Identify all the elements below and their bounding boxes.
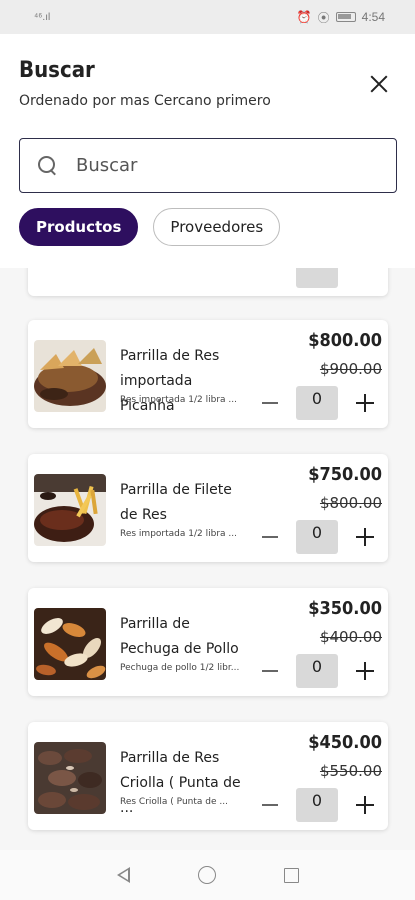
product-card[interactable]: Parrilla de Filete de Res Res importada … [28, 454, 388, 562]
product-name: Parrilla de Pechuga de Pollo [120, 616, 239, 657]
close-icon[interactable] [365, 70, 393, 98]
sort-subtitle: Ordenado por mas Cercano primero [19, 93, 271, 109]
battery-icon [335, 12, 356, 22]
tab-proveedores[interactable]: Proveedores [153, 208, 281, 246]
product-old-price: $550.00 [319, 762, 382, 780]
product-description: Res importada 1/2 libra ... [120, 529, 237, 539]
product-image-pollo [34, 608, 106, 680]
search-bar[interactable] [19, 138, 397, 193]
product-list[interactable]: Parrilla de Res importada Picanha Res im… [0, 268, 415, 850]
product-image-filete [34, 474, 106, 546]
filter-tabs: Productos Proveedores [19, 208, 281, 246]
quantity-field[interactable]: 0 [296, 520, 338, 554]
decrease-quantity-button[interactable] [262, 804, 278, 806]
product-image-criolla [34, 742, 106, 814]
status-time: 4:54 [361, 10, 385, 24]
product-name: Parrilla de Res Criolla ( Punta de ... [120, 750, 241, 816]
product-card[interactable]: Parrilla de Pechuga de Pollo Pechuga de … [28, 588, 388, 696]
product-old-price: $400.00 [319, 628, 382, 646]
product-description: Res importada 1/2 libra ... [120, 395, 237, 405]
product-price: $750.00 [308, 464, 382, 485]
alarm-icon: ⏰ [296, 10, 312, 24]
decrease-quantity-button[interactable] [262, 402, 278, 404]
product-name: Parrilla de Filete de Res [120, 482, 232, 523]
product-price: $800.00 [308, 330, 382, 351]
quantity-field[interactable]: 0 [296, 654, 338, 688]
search-icon [38, 155, 58, 176]
product-description: Pechuga de pollo 1/2 libr... [120, 663, 240, 673]
home-icon[interactable] [197, 866, 216, 884]
recent-apps-icon[interactable] [283, 867, 299, 883]
product-card-partial [28, 268, 388, 296]
increase-quantity-button[interactable] [356, 528, 374, 546]
product-price: $450.00 [308, 732, 382, 753]
product-description: Res Criolla ( Punta de ... [120, 797, 228, 807]
status-bar: ⁴⁶.ıl ⏰ ⦿ 4:54 [0, 0, 415, 34]
location-icon: ⦿ [317, 10, 330, 25]
product-old-price: $800.00 [319, 494, 382, 512]
quantity-field[interactable]: 0 [296, 386, 338, 420]
quantity-field-partial[interactable] [296, 268, 338, 288]
product-card[interactable]: Parrilla de Res Criolla ( Punta de ... R… [28, 722, 388, 830]
tab-productos[interactable]: Productos [19, 208, 139, 246]
back-icon[interactable] [116, 867, 130, 883]
decrease-quantity-button[interactable] [262, 670, 278, 672]
page-title: Buscar [19, 58, 95, 83]
quantity-field[interactable]: 0 [296, 788, 338, 822]
increase-quantity-button[interactable] [356, 394, 374, 412]
decrease-quantity-button[interactable] [262, 536, 278, 538]
product-old-price: $900.00 [319, 360, 382, 378]
search-input[interactable] [76, 155, 356, 176]
search-header: Buscar Ordenado por mas Cercano primero [0, 34, 415, 120]
product-price: $350.00 [308, 598, 382, 619]
product-card[interactable]: Parrilla de Res importada Picanha Res im… [28, 320, 388, 428]
status-icons: ⏰ ⦿ 4:54 [297, 9, 385, 26]
product-name: Parrilla de Res importada Picanha [120, 348, 220, 414]
signal-icon: ⁴⁶.ıl [34, 11, 51, 23]
product-image-picanha [34, 340, 106, 412]
increase-quantity-button[interactable] [356, 796, 374, 814]
system-nav-bar [0, 850, 415, 900]
increase-quantity-button[interactable] [356, 662, 374, 680]
